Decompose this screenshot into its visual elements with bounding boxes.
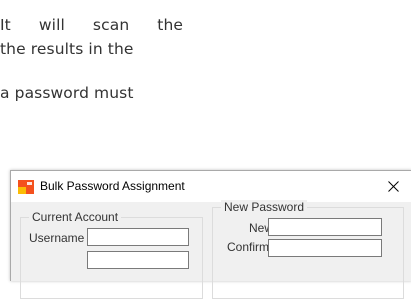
document-text-line-3: a password must (0, 84, 134, 102)
confirm-password-input[interactable] (268, 239, 382, 257)
current-password-input[interactable] (87, 251, 189, 269)
new-password-group: New Password New Confirm (212, 200, 404, 299)
new-password-input[interactable] (268, 218, 382, 236)
title-bar[interactable]: Bulk Password Assignment (11, 171, 411, 202)
username-label: Username (29, 231, 85, 245)
confirm-password-label: Confirm (227, 240, 270, 254)
doc-word: It (0, 16, 11, 34)
doc-word: the (157, 16, 184, 34)
doc-word: scan (92, 16, 130, 34)
new-password-group-title: New Password (221, 200, 308, 214)
current-account-group: Current Account Username (20, 210, 203, 299)
document-text-line-2: the results in the (0, 40, 134, 58)
close-icon (387, 180, 399, 192)
username-input[interactable] (87, 228, 189, 246)
bulk-password-dialog: Bulk Password Assignment Current Account… (10, 170, 411, 299)
document-text-line-1: It will scan the (0, 16, 183, 34)
current-account-group-title: Current Account (29, 210, 122, 224)
dialog-title: Bulk Password Assignment (40, 179, 185, 193)
close-button[interactable] (378, 171, 408, 201)
app-icon (18, 180, 34, 194)
doc-word: will (38, 16, 65, 34)
